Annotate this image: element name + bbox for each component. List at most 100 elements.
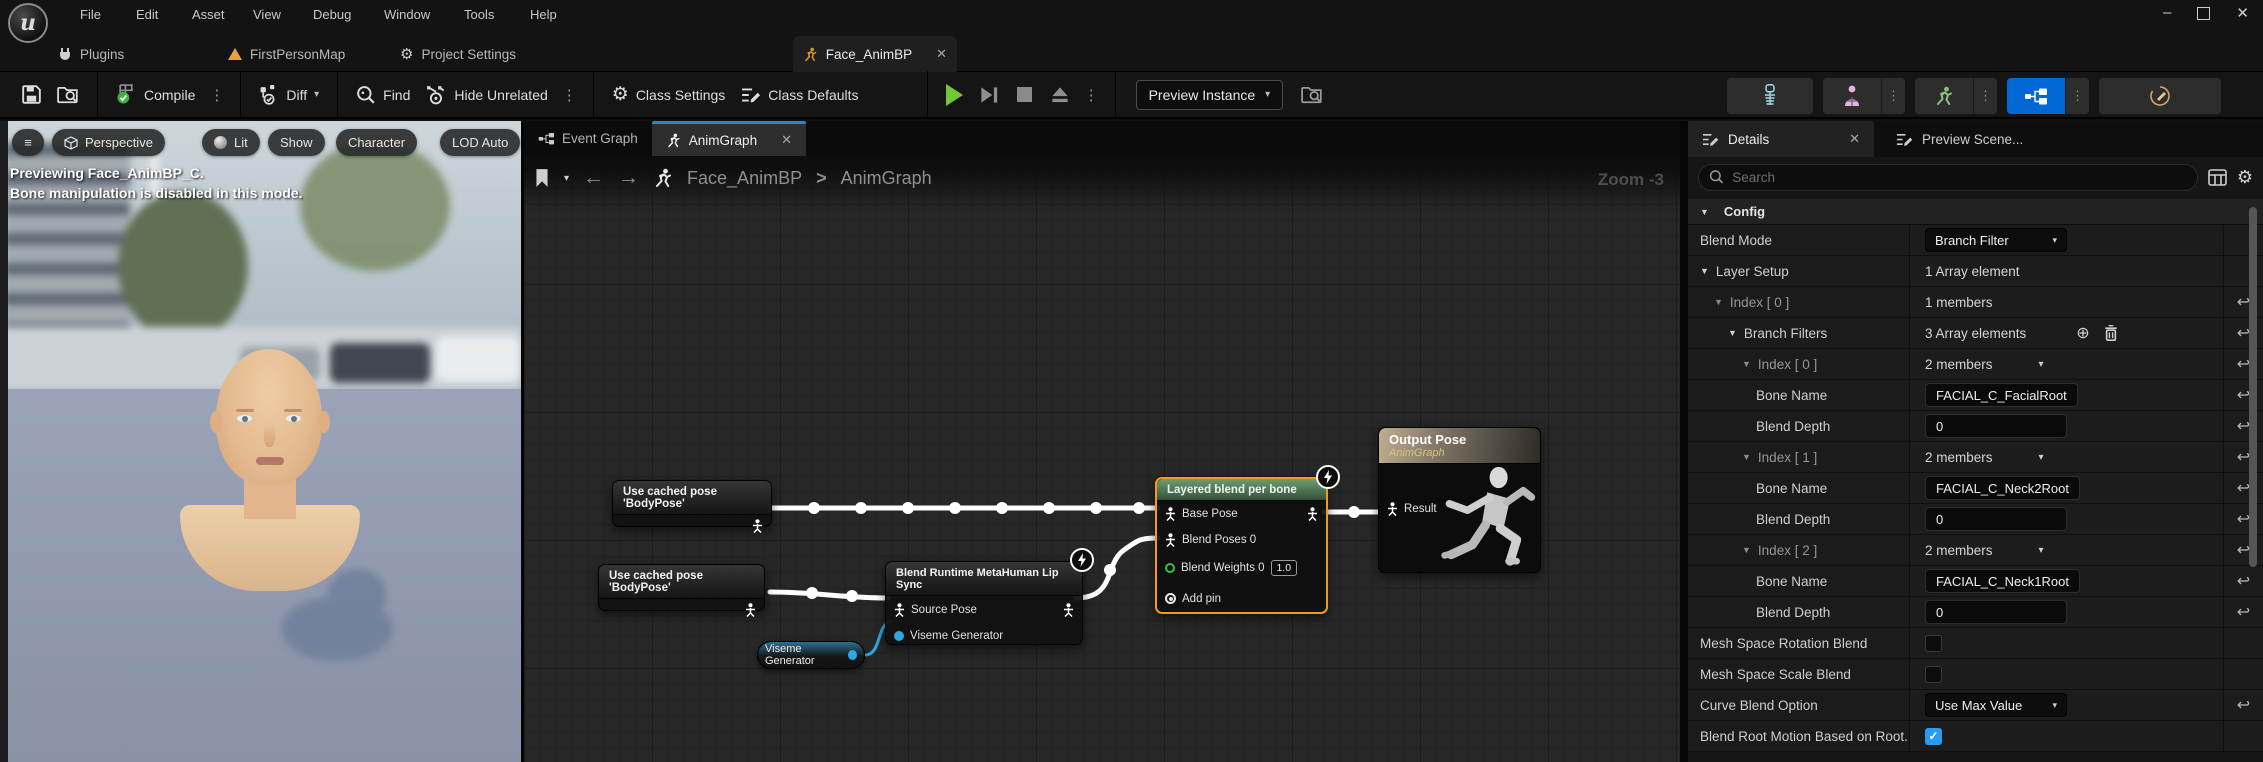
play-button[interactable] (946, 84, 963, 106)
checkbox[interactable] (1925, 635, 1942, 652)
chevron-down-icon[interactable]: ▾ (2039, 452, 2044, 463)
show-dropdown[interactable]: Show (268, 129, 325, 156)
tab-plugins[interactable]: Plugins (48, 36, 134, 72)
skeletal-mesh-options-dots[interactable]: ⋮ (1881, 78, 1905, 114)
menu-edit[interactable]: Edit (136, 7, 158, 22)
pose-output-pin[interactable] (1307, 507, 1318, 521)
expander-caret[interactable]: ▼ (1742, 452, 1751, 462)
value-dropdown[interactable]: Use Max Value▾ (1925, 693, 2067, 717)
menu-help[interactable]: Help (530, 7, 557, 22)
unreal-logo-icon[interactable]: u (8, 3, 48, 43)
details-scrollbar[interactable] (2249, 207, 2257, 567)
expander-caret[interactable]: ▼ (1714, 297, 1723, 307)
value-input[interactable]: 0 (1925, 507, 2067, 531)
node-layered-blend-per-bone[interactable]: Layered blend per bone Base Pose Blend P… (1155, 477, 1328, 614)
value-input[interactable]: FACIAL_C_Neck2Root (1925, 476, 2080, 500)
animation-button[interactable] (1915, 78, 1973, 114)
tab-close-icon[interactable]: ✕ (936, 46, 947, 62)
expander-caret[interactable]: ▼ (1700, 266, 1709, 276)
value-input[interactable]: FACIAL_C_Neck1Root (1925, 569, 2080, 593)
save-button[interactable] (14, 79, 49, 110)
tab-project-settings[interactable]: ⚙ Project Settings (390, 36, 526, 72)
preview-viewport[interactable]: ≡ Perspective Lit Show Character LOD Aut… (0, 121, 521, 762)
blend-weights-pin[interactable] (1165, 563, 1175, 573)
node-output-pose[interactable]: Output Pose AnimGraph (1378, 427, 1541, 573)
chevron-down-icon[interactable]: ▾ (2039, 359, 2044, 370)
tab-close-icon[interactable]: ✕ (1849, 131, 1860, 147)
physics-asset-button[interactable] (2099, 78, 2221, 114)
panel-divider[interactable] (1680, 121, 1688, 762)
viseme-input-pin[interactable] (894, 631, 904, 641)
menu-asset[interactable]: Asset (192, 7, 225, 22)
value-dropdown[interactable]: Branch Filter▾ (1925, 228, 2067, 252)
hide-unrelated-button[interactable]: Hide Unrelated (418, 79, 555, 111)
graph-canvas[interactable]: ▾ ← → Face_AnimBP > AnimGraph Zoom -3 (524, 156, 1680, 762)
value-input[interactable]: FACIAL_C_FacialRoot (1925, 383, 2078, 407)
expander-caret[interactable]: ▼ (1742, 545, 1751, 555)
menu-debug[interactable]: Debug (313, 7, 351, 22)
checkbox[interactable]: ✓ (1925, 728, 1942, 745)
lit-mode-dropdown[interactable]: Lit (202, 129, 260, 156)
diff-button[interactable]: Diff ▾ (251, 78, 327, 111)
result-input-pin[interactable] (1387, 502, 1398, 516)
step-forward-button[interactable] (977, 83, 1001, 107)
lod-dropdown[interactable]: LOD Auto (440, 129, 520, 156)
add-element-icon[interactable]: ⊕ (2076, 323, 2089, 343)
compile-button[interactable]: Compile (108, 78, 203, 111)
delete-icon[interactable] (2104, 325, 2118, 341)
tab-close-icon[interactable]: ✕ (781, 132, 792, 148)
browse-debug-button[interactable] (1293, 79, 1331, 110)
reset-to-default-button[interactable]: ↩ (2237, 571, 2250, 591)
skeletal-mesh-button[interactable] (1823, 78, 1881, 114)
compile-options-dots[interactable]: ⋮ (203, 86, 230, 104)
pose-input-pin[interactable] (1165, 507, 1176, 521)
tab-face-animbp[interactable]: Face_AnimBP ✕ (793, 36, 957, 72)
perspective-dropdown[interactable]: Perspective (52, 129, 165, 156)
menu-window[interactable]: Window (384, 7, 430, 22)
animation-options-dots[interactable]: ⋮ (1973, 78, 1997, 114)
menu-tools[interactable]: Tools (464, 7, 494, 22)
value-input[interactable]: 0 (1925, 414, 2067, 438)
pose-output-pin[interactable] (745, 603, 756, 617)
menu-file[interactable]: File (80, 7, 101, 22)
pose-output-pin[interactable] (1063, 603, 1074, 617)
tab-first-person-map[interactable]: FirstPersonMap (218, 36, 355, 72)
add-pin-icon[interactable] (1165, 593, 1176, 604)
node-viseme-generator-variable[interactable]: Viseme Generator (757, 641, 865, 669)
close-button[interactable]: ✕ (2236, 4, 2249, 22)
expander-caret[interactable]: ▼ (1742, 359, 1751, 369)
maximize-button[interactable] (2197, 7, 2210, 20)
class-settings-button[interactable]: ⚙ Class Settings (604, 77, 734, 112)
tab-animgraph[interactable]: AnimGraph ✕ (652, 121, 806, 156)
class-defaults-button[interactable]: Class Defaults (733, 79, 866, 111)
node-cached-pose-b[interactable]: Use cached pose 'BodyPose' (598, 564, 765, 611)
settings-gear-icon[interactable]: ⚙ (2237, 167, 2253, 188)
skeleton-button[interactable] (1727, 78, 1813, 114)
find-button[interactable]: Find (348, 79, 418, 111)
stop-button[interactable] (1017, 87, 1032, 102)
node-lip-sync[interactable]: Blend Runtime MetaHuman Lip Sync Source … (885, 561, 1083, 645)
checkbox[interactable] (1925, 666, 1942, 683)
anim-blueprint-options-dots[interactable]: ⋮ (2065, 78, 2089, 114)
expander-caret[interactable]: ▼ (1728, 328, 1737, 338)
chevron-down-icon[interactable]: ▾ (2039, 545, 2044, 556)
value-input[interactable]: 0 (1925, 600, 2067, 624)
tab-event-graph[interactable]: Event Graph (524, 121, 652, 156)
minimize-button[interactable]: – (2163, 4, 2171, 22)
hide-unrelated-options-dots[interactable]: ⋮ (556, 86, 583, 104)
node-cached-pose-a[interactable]: Use cached pose 'BodyPose' (612, 480, 772, 527)
browse-to-asset-button[interactable] (49, 79, 87, 110)
menu-view[interactable]: View (253, 7, 281, 22)
pose-input-pin[interactable] (894, 603, 905, 617)
tab-preview-scene[interactable]: Preview Scene... (1882, 121, 2037, 157)
character-dropdown[interactable]: Character (336, 129, 417, 156)
variable-output-pin[interactable] (848, 650, 857, 660)
search-box[interactable] (1698, 164, 2198, 191)
reset-to-default-button[interactable]: ↩ (2237, 602, 2250, 622)
blend-weight-value[interactable]: 1.0 (1271, 560, 1298, 576)
search-input[interactable] (1732, 170, 2187, 185)
play-options-dots[interactable]: ⋮ (1078, 86, 1105, 104)
viewport-menu-button[interactable]: ≡ (12, 129, 44, 156)
pose-output-pin[interactable] (752, 519, 763, 533)
tab-details[interactable]: Details ✕ (1688, 121, 1874, 157)
